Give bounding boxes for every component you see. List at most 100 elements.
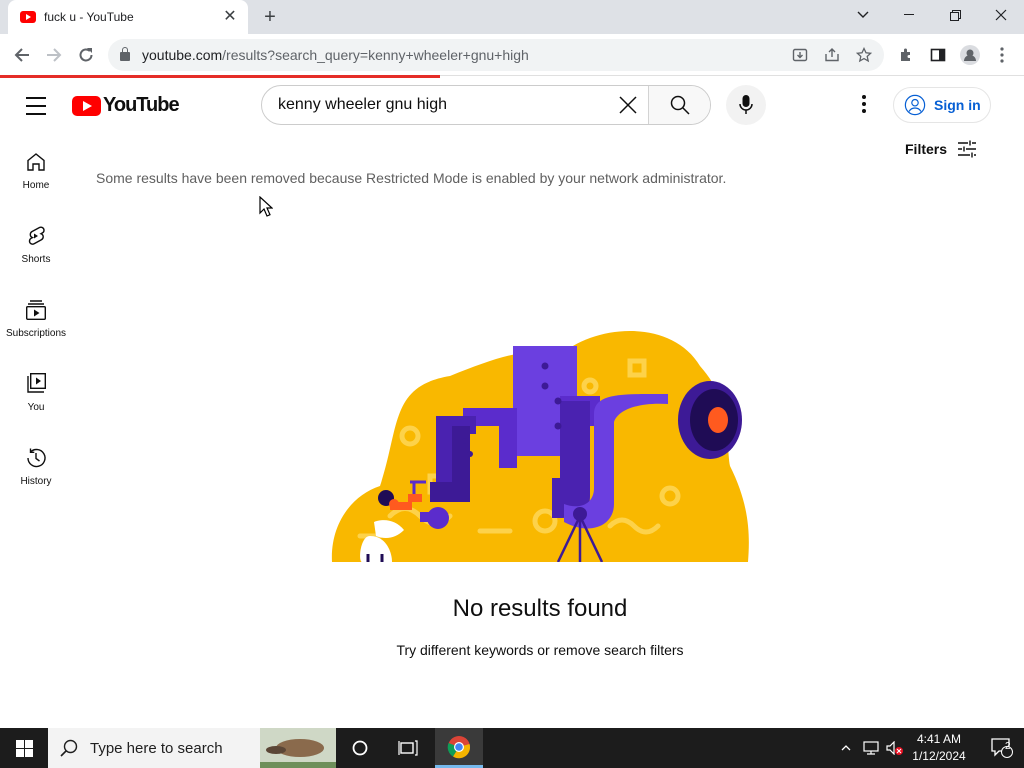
youtube-play-logo-icon: [72, 95, 101, 116]
volume-button[interactable]: [884, 728, 906, 768]
sidebar-item-home[interactable]: Home: [0, 134, 72, 208]
extensions-button[interactable]: [892, 41, 920, 69]
kebab-dot-icon: [862, 95, 866, 99]
filters-button[interactable]: Filters: [905, 140, 977, 158]
taskbar-chrome-button[interactable]: [435, 728, 483, 768]
sidebar-item-subscriptions[interactable]: Subscriptions: [0, 282, 72, 356]
kebab-menu-icon: [1000, 47, 1004, 63]
search-icon: [60, 739, 78, 757]
chevron-up-icon: [841, 745, 851, 751]
sidebar-item-history[interactable]: History: [0, 430, 72, 504]
tab-close-button[interactable]: ✕: [222, 9, 238, 25]
back-button[interactable]: [8, 41, 36, 69]
clear-search-button[interactable]: [608, 86, 648, 124]
task-view-button[interactable]: [384, 728, 432, 768]
action-center-button[interactable]: 2: [980, 728, 1024, 768]
kebab-dot-icon: [862, 102, 866, 106]
forward-button[interactable]: [40, 41, 68, 69]
browser-tab-active[interactable]: fuck u - YouTube ✕: [8, 0, 248, 34]
guide-menu-button[interactable]: [22, 96, 50, 116]
voice-search-button[interactable]: [726, 85, 766, 125]
restore-icon: [949, 9, 961, 21]
no-results-illustration: [331, 331, 749, 562]
start-button[interactable]: [0, 728, 48, 768]
youtube-page: YouTube Sign in Home Shorts Subscription: [0, 78, 1024, 728]
chrome-menu-button[interactable]: [988, 41, 1016, 69]
address-url: youtube.com/results?search_query=kenny+w…: [142, 47, 529, 63]
profile-avatar-icon: [960, 45, 980, 65]
minimize-button[interactable]: [886, 0, 932, 30]
clock-date: 1/12/2024: [912, 749, 966, 763]
cortana-button[interactable]: [336, 728, 384, 768]
sidebar-item-label: History: [20, 476, 52, 487]
reload-button[interactable]: [72, 41, 100, 69]
network-button[interactable]: [860, 728, 882, 768]
hamburger-icon-line: [26, 105, 46, 107]
share-icon[interactable]: [822, 45, 842, 65]
search-box: [261, 85, 711, 125]
close-window-button[interactable]: [978, 0, 1024, 30]
search-highlight-platypus-icon: [260, 728, 336, 768]
sidebar-item-label: Shorts: [21, 254, 51, 265]
sidebar-item-label: Subscriptions: [5, 328, 67, 339]
mouse-cursor-icon: [259, 196, 273, 217]
install-app-icon[interactable]: [790, 45, 810, 65]
no-results-title: No results found: [452, 595, 628, 622]
bookmark-star-icon[interactable]: [854, 45, 874, 65]
home-icon: [27, 153, 45, 171]
subscriptions-icon: [26, 300, 47, 321]
no-results-hint: Try different keywords or remove search …: [396, 642, 684, 658]
tab-search-button[interactable]: [840, 0, 886, 30]
cortana-circle-icon: [352, 740, 368, 756]
chevron-down-icon: [857, 11, 869, 18]
new-tab-button[interactable]: +: [258, 6, 282, 28]
chrome-logo-icon: [447, 735, 471, 758]
browser-toolbar: youtube.com/results?search_query=kenny+w…: [0, 34, 1024, 76]
sidebar-item-shorts[interactable]: Shorts: [0, 208, 72, 282]
history-icon: [27, 448, 46, 468]
sidebar-item-you[interactable]: You: [0, 356, 72, 430]
notification-count-badge: 2: [1005, 741, 1011, 752]
sidebar-item-label: You: [27, 402, 45, 413]
sign-in-label: Sign in: [934, 97, 981, 113]
filters-label: Filters: [905, 141, 948, 157]
account-circle-icon: [904, 94, 926, 116]
volume-muted-icon: [886, 741, 903, 755]
settings-menu-button[interactable]: [852, 92, 876, 116]
side-panel-button[interactable]: [924, 41, 952, 69]
tray-overflow-button[interactable]: [836, 728, 856, 768]
youtube-logo[interactable]: YouTube: [72, 94, 180, 117]
microphone-icon: [739, 95, 753, 114]
sign-in-button[interactable]: Sign in: [893, 87, 991, 123]
taskbar-search-box[interactable]: Type here to search: [48, 728, 336, 768]
search-input[interactable]: [262, 86, 608, 124]
side-panel-icon: [930, 48, 946, 62]
you-library-icon: [27, 373, 47, 393]
minimize-icon: [904, 14, 914, 15]
lock-icon: [120, 47, 130, 61]
close-icon: [619, 96, 637, 114]
reload-icon: [79, 48, 93, 62]
close-icon: [995, 9, 1007, 21]
windows-logo-icon: [15, 739, 33, 757]
tune-sliders-icon: [958, 140, 977, 158]
search-icon: [670, 95, 690, 115]
browser-tabstrip: fuck u - YouTube ✕ +: [0, 0, 1024, 34]
task-view-icon: [398, 740, 418, 756]
tab-title: fuck u - YouTube: [44, 10, 134, 24]
restricted-mode-notice: Some results have been removed because R…: [96, 170, 727, 186]
sidebar-item-label: Home: [22, 180, 50, 191]
taskbar-clock[interactable]: 4:41 AM 1/12/2024: [906, 731, 972, 765]
search-button[interactable]: [648, 86, 710, 124]
shorts-icon: [28, 226, 45, 245]
youtube-logo-text: YouTube: [103, 94, 180, 116]
address-bar[interactable]: youtube.com/results?search_query=kenny+w…: [108, 39, 884, 71]
restore-button[interactable]: [932, 0, 978, 30]
taskbar-search-placeholder: Type here to search: [90, 739, 223, 757]
network-ethernet-icon: [863, 741, 879, 755]
arrow-right-icon: [47, 48, 62, 62]
hamburger-icon-line: [26, 97, 46, 99]
profile-button[interactable]: [956, 41, 984, 69]
arrow-left-icon: [14, 48, 29, 62]
windows-taskbar: Type here to search 4:41 AM 1/12/2024 2: [0, 728, 1024, 768]
